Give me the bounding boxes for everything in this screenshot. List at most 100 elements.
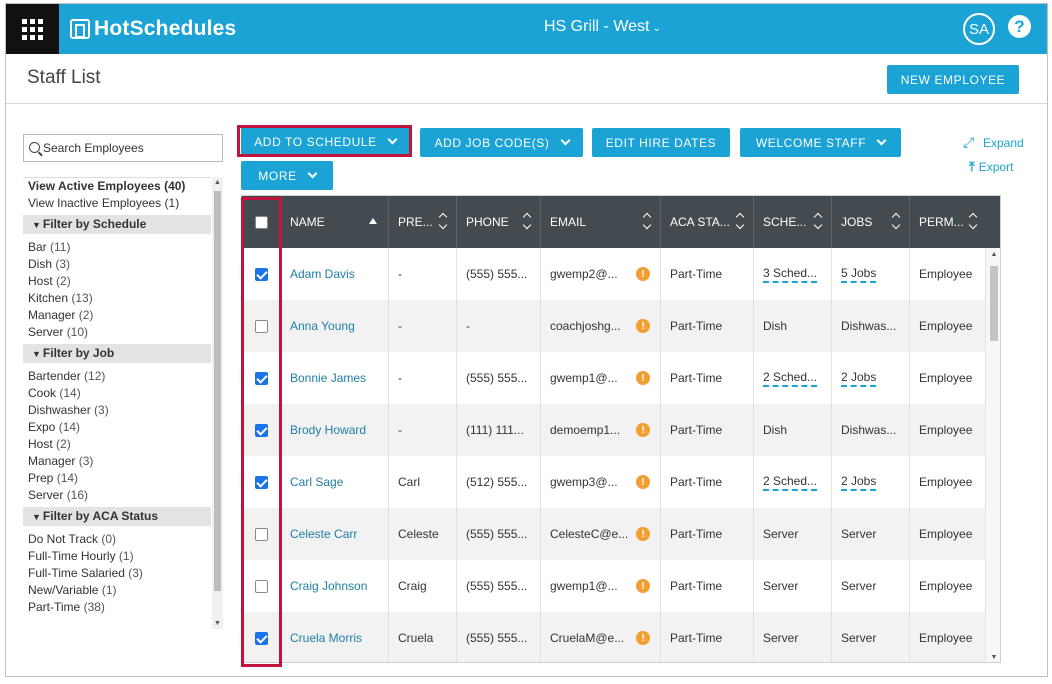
filter-item-count: (13)	[71, 291, 93, 305]
filter-group-header[interactable]: ▼ Filter by Schedule	[23, 215, 211, 234]
filter-item[interactable]: Do Not Track (0)	[23, 531, 211, 548]
help-icon[interactable]: ?	[1008, 15, 1031, 38]
column-header-jobs[interactable]: JOBS	[832, 196, 910, 248]
edit-hire-dates-label: EDIT HIRE DATES	[605, 135, 717, 150]
scroll-down-icon[interactable]: ▼	[986, 654, 1000, 661]
employee-name-link[interactable]: Cruela Morris	[281, 612, 389, 662]
welcome-staff-button[interactable]: WELCOME STAFF	[740, 128, 901, 157]
employee-name-link[interactable]: Anna Young	[281, 300, 389, 352]
expand-link[interactable]: Expand	[963, 134, 1024, 151]
filter-item-label: Dish	[28, 257, 53, 271]
warning-icon[interactable]: !	[636, 371, 650, 385]
scrollbar-thumb[interactable]	[214, 191, 221, 591]
search-input[interactable]	[43, 141, 213, 155]
filter-item[interactable]: Full-Time Hourly (1)	[23, 548, 211, 565]
more-button[interactable]: MORE	[241, 161, 333, 190]
scrollbar-thumb[interactable]	[990, 266, 998, 341]
filter-item-label: Bartender	[28, 369, 81, 383]
filter-item[interactable]: Dishwasher (3)	[23, 402, 211, 419]
filter-item[interactable]: Bar (11)	[23, 239, 211, 256]
brand-logo[interactable]: HotSchedules	[70, 15, 236, 43]
employee-name-link[interactable]: Carl Sage	[281, 456, 389, 508]
schedule-cell[interactable]: 3 Sched...	[754, 248, 832, 300]
filter-item[interactable]: Server (10)	[23, 324, 211, 341]
filter-item[interactable]: Part-Time (38)	[23, 599, 211, 616]
scroll-up-icon[interactable]: ▲	[986, 251, 1000, 258]
add-job-codes-button[interactable]: ADD JOB CODE(S)	[420, 128, 583, 157]
sort-icon	[440, 214, 448, 230]
warning-icon[interactable]: !	[636, 423, 650, 437]
search-box[interactable]	[23, 134, 223, 162]
column-label: PRE...	[398, 215, 433, 229]
filter-item[interactable]: Bartender (12)	[23, 368, 211, 385]
view-active-employees-link[interactable]: View Active Employees (40)	[23, 178, 211, 195]
table-row: Brody Howard - (111) 111... demoemp1...! Par…	[242, 404, 986, 456]
column-header-preferred[interactable]: PRE...	[389, 196, 457, 248]
filter-item[interactable]: Server (16)	[23, 487, 211, 504]
warning-icon[interactable]: !	[636, 579, 650, 593]
user-avatar[interactable]: SA	[963, 13, 995, 45]
schedule-link[interactable]: 2 Sched...	[763, 370, 818, 387]
filter-item[interactable]: Prep (14)	[23, 470, 211, 487]
filter-item[interactable]: Manager (2)	[23, 307, 211, 324]
column-header-schedule[interactable]: SCHE...	[754, 196, 832, 248]
jobs-link[interactable]: 2 Jobs	[841, 370, 877, 387]
column-header-email[interactable]: EMAIL	[541, 196, 661, 248]
schedule-text: Dish	[763, 423, 788, 437]
warning-icon[interactable]: !	[636, 267, 650, 281]
jobs-cell[interactable]: 2 Jobs	[832, 352, 910, 404]
filter-item[interactable]: Cook (14)	[23, 385, 211, 402]
table-row: Craig Johnson Craig (555) 555... gwemp1@...…	[242, 560, 986, 612]
employee-name-link[interactable]: Bonnie James	[281, 352, 389, 404]
column-header-aca-status[interactable]: ACA STA...	[661, 196, 754, 248]
warning-icon[interactable]: !	[636, 475, 650, 489]
filter-item[interactable]: Dish (3)	[23, 256, 211, 273]
expand-label: Expand	[983, 136, 1024, 150]
schedule-cell[interactable]: 2 Sched...	[754, 352, 832, 404]
table-row: Anna Young - - coachjoshg...! Part-Time Dish D…	[242, 300, 986, 352]
export-link[interactable]: ⤒ Export	[969, 159, 1013, 175]
filter-item[interactable]: Kitchen (13)	[23, 290, 211, 307]
employee-name-link[interactable]: Brody Howard	[281, 404, 389, 456]
scroll-up-icon[interactable]: ▲	[212, 179, 223, 186]
column-header-permission[interactable]: PERM...	[910, 196, 986, 248]
employee-name-link[interactable]: Celeste Carr	[281, 508, 389, 560]
jobs-cell[interactable]: 2 Jobs	[832, 456, 910, 508]
filter-item-label: Bar	[28, 240, 47, 254]
filter-item[interactable]: Manager (3)	[23, 453, 211, 470]
filter-item[interactable]: Expo (14)	[23, 419, 211, 436]
new-employee-button[interactable]: NEW EMPLOYEE	[887, 65, 1019, 94]
jobs-link[interactable]: 5 Jobs	[841, 266, 877, 283]
location-selector[interactable]: HS Grill - West ⌄	[544, 18, 661, 36]
filter-item-label: Dishwasher	[28, 403, 91, 417]
filter-item-count: (2)	[56, 274, 71, 288]
schedule-cell[interactable]: 2 Sched...	[754, 456, 832, 508]
warning-icon[interactable]: !	[636, 631, 650, 645]
column-header-phone[interactable]: PHONE	[457, 196, 541, 248]
filter-item[interactable]: New/Variable (1)	[23, 582, 211, 599]
warning-icon[interactable]: !	[636, 319, 650, 333]
jobs-link[interactable]: 2 Jobs	[841, 474, 877, 491]
table-scrollbar[interactable]: ▲ ▼	[986, 248, 1000, 662]
sort-icon	[644, 214, 652, 230]
edit-hire-dates-button[interactable]: EDIT HIRE DATES	[592, 128, 730, 157]
filter-item-label: Manager	[28, 454, 76, 468]
app-launcher-button[interactable]	[6, 4, 59, 54]
view-inactive-employees-link[interactable]: View Inactive Employees (1)	[23, 195, 211, 212]
filter-item[interactable]: Full-Time Salaried (3)	[23, 565, 211, 582]
schedule-link[interactable]: 3 Sched...	[763, 266, 818, 283]
filter-item[interactable]: Host (2)	[23, 436, 211, 453]
filter-group-header[interactable]: ▼ Filter by ACA Status	[23, 507, 211, 526]
filter-group-header[interactable]: ▼ Filter by Job	[23, 344, 211, 363]
permission-cell: Employee	[910, 560, 986, 612]
schedule-link[interactable]: 2 Sched...	[763, 474, 818, 491]
warning-icon[interactable]: !	[636, 527, 650, 541]
employee-name-link[interactable]: Adam Davis	[281, 248, 389, 300]
sidebar-scrollbar[interactable]: ▲ ▼	[212, 177, 223, 629]
employee-name-link[interactable]: Craig Johnson	[281, 560, 389, 612]
table-row: Carl Sage Carl (512) 555... gwemp3@...! Part…	[242, 456, 986, 508]
jobs-cell[interactable]: 5 Jobs	[832, 248, 910, 300]
scroll-down-icon[interactable]: ▼	[212, 620, 223, 627]
column-header-name[interactable]: NAME	[281, 196, 389, 248]
filter-item[interactable]: Host (2)	[23, 273, 211, 290]
